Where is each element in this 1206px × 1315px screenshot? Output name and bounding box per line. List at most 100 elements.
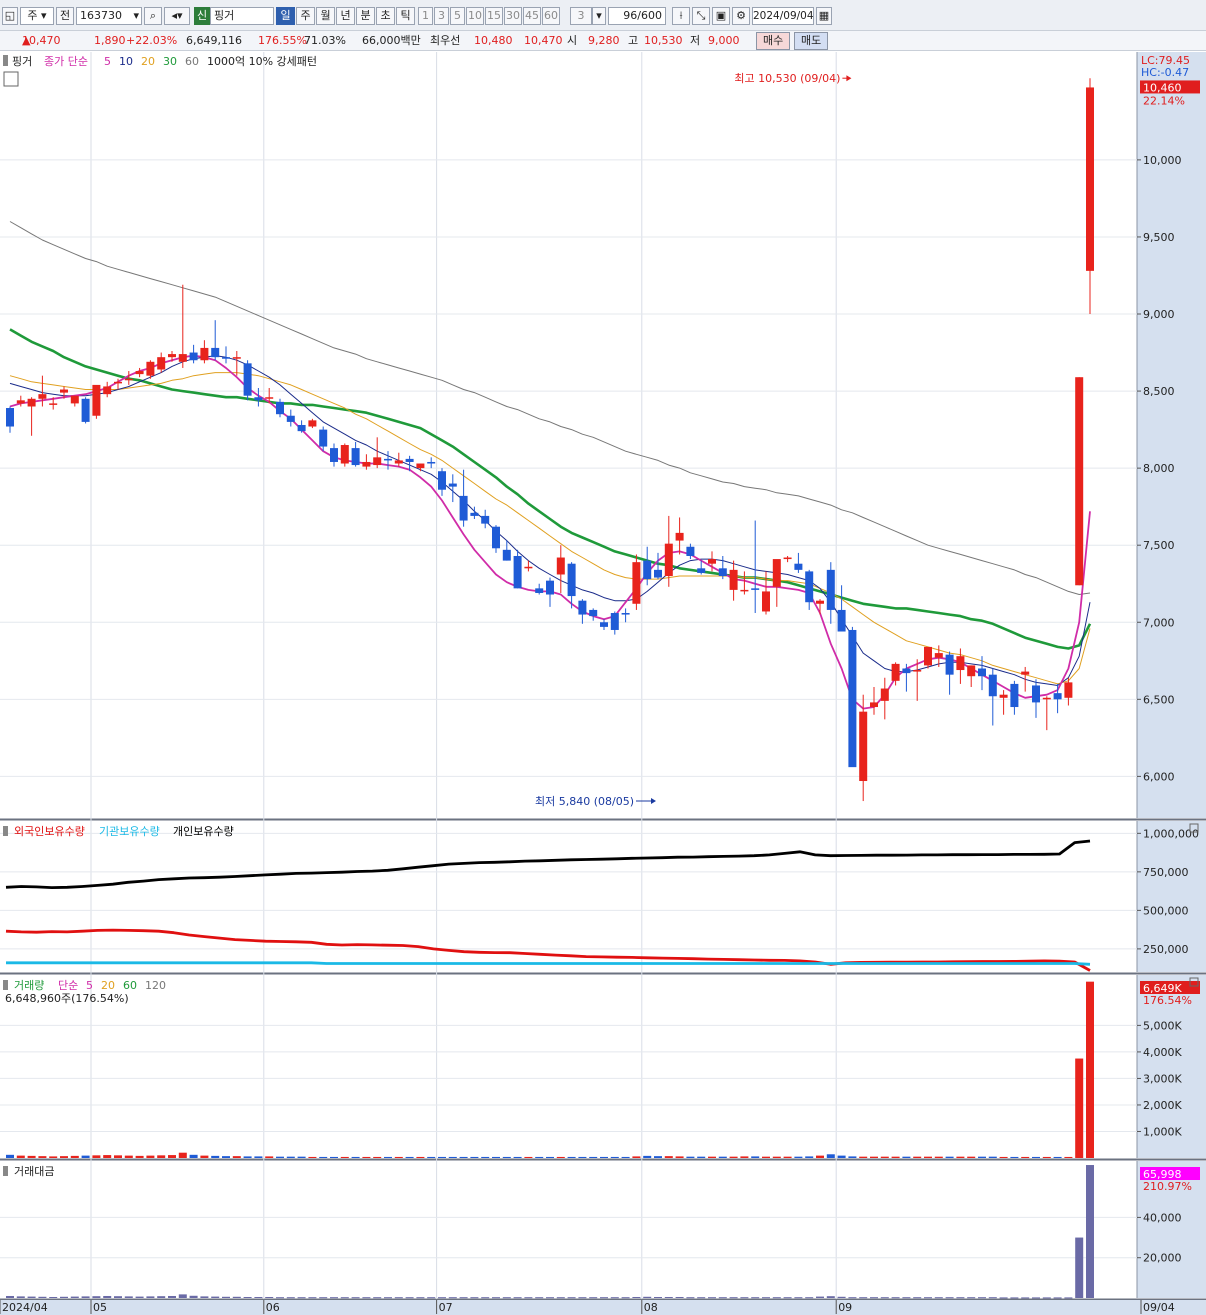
candle-body [6, 408, 14, 427]
minute-step-30[interactable]: 30 [504, 7, 522, 25]
volume-bar [643, 1155, 652, 1158]
candle-body [751, 588, 760, 590]
volume-bar [16, 1155, 25, 1158]
trade-value-bar [751, 1297, 760, 1299]
candle-body [340, 445, 349, 464]
draw-tools-icon[interactable]: ⤡ [692, 7, 710, 25]
minute-step-15[interactable]: 15 [485, 7, 503, 25]
stock-code-input[interactable]: 163730 ▾ [76, 7, 142, 25]
trade-value-bar [589, 1297, 598, 1299]
save-icon[interactable]: ▣ [712, 7, 730, 25]
period-tab-1[interactable]: 주 [296, 7, 315, 25]
date-label: 07 [439, 1301, 453, 1314]
gear-icon[interactable]: ⚙ [732, 7, 750, 25]
prev-button[interactable]: 전 [56, 7, 74, 25]
volume-bar [232, 1156, 241, 1158]
candle-body [146, 361, 155, 376]
volume-bar [805, 1156, 814, 1158]
candle-body [643, 560, 652, 580]
trade-value-bar [956, 1297, 965, 1299]
volume-bar [1032, 1156, 1040, 1158]
minute-step-1[interactable]: 1 [418, 7, 433, 25]
trade-value-bar [448, 1297, 457, 1299]
candle-body [1086, 87, 1094, 271]
minute-step-5[interactable]: 5 [450, 7, 465, 25]
trade-value-bar [600, 1297, 608, 1299]
period-tab-4[interactable]: 분 [356, 7, 375, 25]
candle-body [459, 495, 468, 521]
search-icon[interactable]: ⌕ [144, 7, 162, 25]
price-tick-label: 9,000 [1143, 308, 1175, 321]
volume-tick-label: 2,000K [1143, 1099, 1182, 1112]
up-arrow-icon: ▲ [22, 34, 31, 47]
calendar-icon[interactable]: ▦ [816, 7, 832, 25]
trade-value-bar [859, 1297, 868, 1299]
stock-chart[interactable]: 6,000 6,500 7,000 7,500 8,000 8,500 9,000 9,500… [0, 52, 1206, 1315]
candle-body [826, 569, 835, 610]
candle-body [373, 457, 382, 466]
candle-body [330, 448, 338, 462]
candle-body [394, 460, 403, 464]
period-tab-2[interactable]: 월 [316, 7, 335, 25]
holding-legend-item: 외국인보유수량 [14, 825, 85, 838]
volume-bar [848, 1156, 857, 1158]
volume-bar [859, 1156, 868, 1158]
candle-tools-icon[interactable]: ⟊ [672, 7, 690, 25]
best-sell-price: 10,480 [474, 34, 513, 47]
volume-bar [481, 1156, 490, 1158]
minute-step-10[interactable]: 10 [466, 7, 484, 25]
chevron-down-icon[interactable]: ▾ [592, 7, 606, 25]
candle-body [589, 609, 598, 617]
candle-body [200, 347, 209, 361]
period-tab-3[interactable]: 년 [336, 7, 355, 25]
candle-body [837, 609, 846, 632]
candle-body [999, 694, 1008, 698]
candle-body [178, 354, 187, 362]
stock-name-field: 핑거 [210, 7, 274, 25]
candle-body [254, 397, 263, 401]
candle-body [60, 389, 68, 393]
trade-value-bar [1021, 1297, 1030, 1299]
date-field[interactable]: 2024/09/04 [752, 7, 814, 25]
volume-bar [189, 1154, 198, 1158]
minute-step-60[interactable]: 60 [542, 7, 560, 25]
trade-value-bar [27, 1296, 36, 1298]
legend-ma-period: 30 [163, 55, 177, 68]
candle-body [114, 381, 122, 384]
trade-value-bar [664, 1296, 673, 1298]
count-field[interactable]: 96/600 [608, 7, 666, 25]
volume-bar [783, 1156, 792, 1158]
volume-bar [988, 1156, 997, 1158]
volume-bar [1064, 1156, 1073, 1158]
period-tab-6[interactable]: 틱 [396, 7, 415, 25]
trade-value-bar [297, 1297, 306, 1299]
volume-bar [27, 1155, 36, 1158]
candle-body [124, 378, 133, 381]
volume-readout: 6,648,960주(176.54%) [5, 992, 129, 1005]
trade-value-bar [880, 1297, 889, 1299]
period-tab-5[interactable]: 초 [376, 7, 395, 25]
period-tab-0[interactable]: 일 [276, 7, 295, 25]
candle-body [610, 613, 619, 630]
window-icon[interactable]: ◱ [2, 7, 18, 25]
volume-bar [6, 1154, 14, 1158]
minute-step-3[interactable]: 3 [434, 7, 449, 25]
speaker-icon[interactable]: ◂▾ [164, 7, 190, 25]
candle-body [956, 656, 965, 671]
trade-value-bar [146, 1296, 155, 1298]
buy-button[interactable]: 매수 [756, 32, 791, 50]
price-change: 1,890 [94, 34, 126, 47]
tick-value[interactable]: 3 [570, 7, 592, 25]
minute-step-45[interactable]: 45 [523, 7, 541, 25]
trade-value-bar [1064, 1297, 1073, 1299]
market-type-select[interactable]: 주 ▾ [20, 7, 54, 25]
price-change-pct: +22.03% [126, 34, 178, 47]
trade-value-bar [384, 1297, 392, 1299]
trade-value-bar [416, 1297, 425, 1299]
sell-button[interactable]: 매도 [794, 32, 829, 50]
trade-value-bar [459, 1297, 468, 1299]
candle-body [135, 371, 144, 375]
candle-body [816, 600, 824, 604]
volume-bar [697, 1156, 706, 1158]
trade-value-bar [718, 1297, 727, 1299]
